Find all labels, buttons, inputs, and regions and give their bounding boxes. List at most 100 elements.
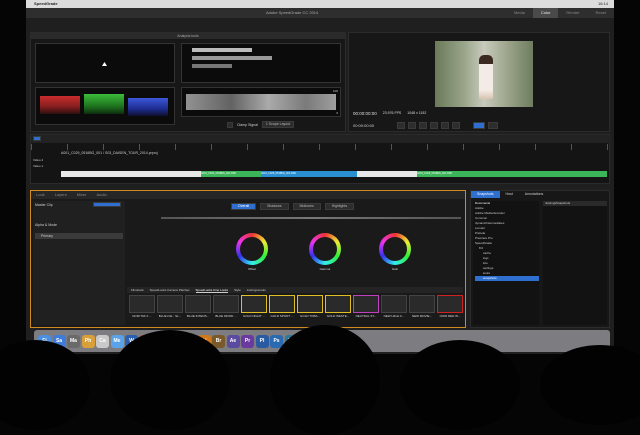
gamma-wheel[interactable] <box>309 233 341 265</box>
folder-item[interactable]: snapshots <box>475 276 539 281</box>
tab-look[interactable]: Look <box>31 191 50 199</box>
timeline-toolbar <box>31 135 611 143</box>
waveform-trace <box>186 94 336 110</box>
look-label: BLUE ICE - SL... <box>158 314 182 318</box>
browser-tab-host[interactable]: Host <box>500 191 519 198</box>
browser-tab-annotations[interactable]: Annotations <box>519 191 550 198</box>
clamp-checkbox[interactable] <box>227 121 233 128</box>
dock-app-icon[interactable]: Pr <box>241 334 254 348</box>
tone-tab-midtones[interactable]: Midtones <box>292 203 321 210</box>
look-label: NEW HIGH C... <box>383 314 405 318</box>
look-label: NOIR RED W... <box>439 314 461 318</box>
viewer-resolution: 1048 x 1152 <box>407 111 427 115</box>
layer-list: Master Clip Alpha & Mode Primary <box>33 201 125 325</box>
track-labels: Video 2 Video 1 <box>33 157 53 169</box>
tab-audio[interactable]: Audio <box>91 191 111 199</box>
browser-tab-snapshots[interactable]: Snapshots <box>471 191 500 198</box>
track-video-1: Video 1 <box>33 164 44 168</box>
offset-wheel[interactable] <box>236 233 268 265</box>
look-thumb[interactable] <box>157 295 183 313</box>
step-back-icon[interactable] <box>408 121 417 129</box>
tone-tab-overall[interactable]: Overall <box>231 203 257 210</box>
look-label: GOLD SPORT ... <box>270 314 294 318</box>
browser-panel: Snapshots Host Annotations Documents Ado… <box>470 190 610 328</box>
look-thumb[interactable] <box>185 295 211 313</box>
timeline-clip[interactable]: A001_C028_0516BG_001.R3D <box>261 171 357 177</box>
tab-mixer[interactable]: Mixer <box>72 191 92 199</box>
subject-figure <box>479 55 493 99</box>
browser-tabs: Snapshots Host Annotations <box>471 191 609 198</box>
look-thumb[interactable] <box>437 295 463 313</box>
tone-tab-highlights[interactable]: Highlights <box>324 203 355 210</box>
look-thumb[interactable] <box>213 295 239 313</box>
tone-tab-shadows[interactable]: Shadows <box>260 203 289 210</box>
histogram-bar <box>192 48 252 52</box>
tone-slider[interactable] <box>161 217 461 219</box>
look-thumb[interactable] <box>409 295 435 313</box>
tab-render[interactable]: Render <box>558 8 587 18</box>
go-start-icon[interactable] <box>397 121 406 129</box>
look-thumb[interactable] <box>353 295 379 313</box>
look-thumb[interactable] <box>381 295 407 313</box>
timeline-clip[interactable]: A001_C029_0516BG_001.R3D <box>417 171 607 177</box>
viewer-info: 00:00:00:00 23.976 FPS 1048 x 1152 <box>353 111 607 116</box>
look-label: BLUE MOOD ... <box>215 314 237 318</box>
looks-tab-camera[interactable]: SpeedLooks Camera Patches <box>150 287 190 293</box>
look-label: GOLD NIGHT ... <box>243 314 265 318</box>
tab-layers[interactable]: Layers <box>50 191 72 199</box>
timeline-panel: A001_C029_0516BG_001 / S03_DAISEN_TOUR_2… <box>30 134 611 184</box>
looks-tab-style[interactable]: Style <box>234 287 241 293</box>
scopes-panel: Analysis tools 100 0 Clamp Signal 1 Scop… <box>30 32 346 132</box>
play-icon[interactable] <box>419 121 428 129</box>
timeline-tool[interactable] <box>33 136 41 141</box>
step-forward-icon[interactable] <box>430 121 439 129</box>
look-thumb[interactable] <box>325 295 351 313</box>
go-end-icon[interactable] <box>441 121 450 129</box>
layer-type-button[interactable] <box>93 202 121 207</box>
waveform: 100 0 <box>181 87 341 117</box>
dock-app-icon[interactable]: Ma <box>67 334 80 348</box>
viewer-fps: 23.976 FPS <box>382 111 402 115</box>
histogram <box>181 43 341 83</box>
layer-item-primary[interactable]: Primary <box>35 233 123 239</box>
looks-tab-justings[interactable]: JustingsLooks <box>247 287 266 293</box>
split-view-icon[interactable] <box>488 121 499 129</box>
grading-tabs: Look Layers Mixer Audio <box>31 191 465 199</box>
luma-max: 100 <box>332 89 338 93</box>
luma-min: 0 <box>336 111 338 115</box>
timeline-clip[interactable]: A001_C031_0516BG_001.R3D <box>201 171 261 177</box>
looks-tabs: Filmstock SpeedLooks Camera Patches Spee… <box>127 287 463 293</box>
tab-color[interactable]: Color <box>532 8 559 18</box>
tab-media[interactable]: Media <box>506 8 533 18</box>
timeline-clip-name: A001_C029_0516BG_001 / S03_DAISEN_TOUR_2… <box>61 151 158 155</box>
scope-layout-select[interactable]: 1 Scope Layout <box>261 121 295 128</box>
looks-tab-cine[interactable]: SpeedLooks Cine Looks <box>195 287 229 293</box>
dock-app-icon[interactable]: Ph <box>81 334 95 348</box>
histogram-bar <box>192 64 232 68</box>
look-thumb[interactable] <box>129 295 155 313</box>
gamma-wheel-label: Gamma <box>319 267 331 271</box>
look-label: NOIR TRI-X ... <box>132 314 152 318</box>
dock-app-icon[interactable]: Ca <box>96 334 109 348</box>
window-title: Adobe SpeedGrade CC 2014 <box>266 10 319 15</box>
look-thumb[interactable] <box>297 295 323 313</box>
gain-wheel[interactable] <box>379 233 411 265</box>
dock-app-icon[interactable]: Me <box>110 334 124 348</box>
vectorscope-trace <box>102 62 107 66</box>
clock: 16:14 <box>597 1 608 6</box>
looks-tab-filmstock[interactable]: Filmstock <box>131 287 144 293</box>
look-thumb[interactable] <box>241 295 267 313</box>
dock-app-icon[interactable]: Pl <box>255 334 269 348</box>
tone-tabs: Overall Shadows Midtones Highlights <box>231 203 355 210</box>
offset-wheel-label: Offset <box>248 267 256 271</box>
viewer-timecode: 00:00:00:00 <box>353 111 377 116</box>
dock-app-icon[interactable]: Ae <box>226 334 240 348</box>
folder-tree: Documents Adobe Adobe Media Encoder Comm… <box>473 201 539 325</box>
loop-icon[interactable] <box>452 121 461 129</box>
look-label: NEW MOVIE... <box>411 314 432 318</box>
app-menu[interactable]: SpeedGrade <box>34 1 58 6</box>
compare-toggle[interactable] <box>473 121 486 129</box>
tab-reset[interactable]: Reset <box>588 8 614 18</box>
clip-track: A001_C031_0516BG_001.R3D A001_C028_0516B… <box>61 171 607 177</box>
look-thumb[interactable] <box>269 295 295 313</box>
